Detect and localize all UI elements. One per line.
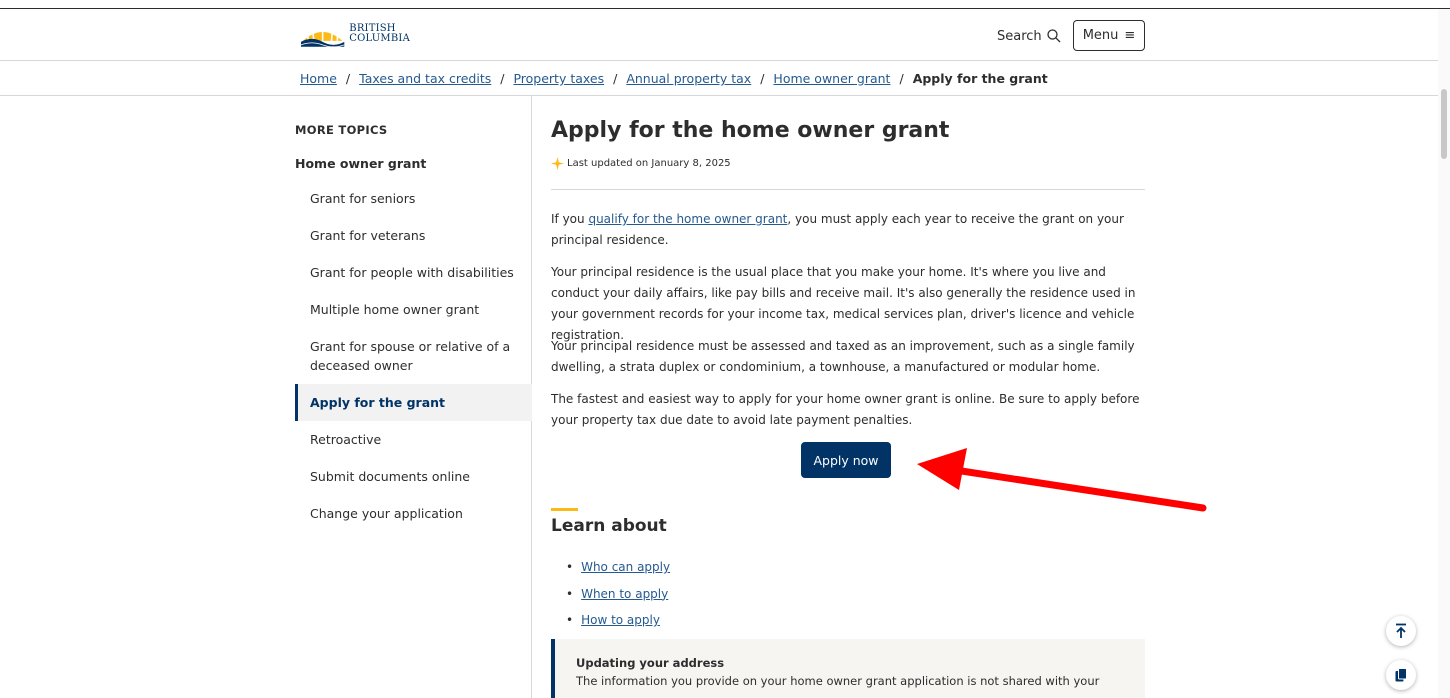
breadcrumb-separator: / — [500, 71, 505, 86]
bc-logo[interactable]: BRITISH COLUMBIA — [300, 20, 410, 48]
search-button[interactable]: Search — [997, 24, 1061, 48]
sidebar-item-multiple-home-owner-grant[interactable]: Multiple home owner grant — [295, 291, 532, 328]
paragraph-apply-online: The fastest and easiest way to apply for… — [551, 392, 1140, 427]
copy-button[interactable] — [1386, 660, 1416, 690]
sidebar-list: Grant for seniors Grant for veterans Gra… — [295, 180, 532, 532]
paragraph-qualify: If you qualify for the home owner grant,… — [551, 209, 1145, 251]
page-scrollbar[interactable] — [1438, 9, 1450, 698]
divider — [551, 189, 1145, 190]
callout-text: The information you provide on your home… — [576, 674, 1100, 688]
last-updated: Last updated on January 8, 2025 — [551, 157, 731, 170]
paragraph-principal-residence: Your principal residence is the usual pl… — [551, 265, 1136, 342]
sparkle-icon — [551, 157, 564, 170]
paragraph-assessed: Your principal residence must be assesse… — [551, 339, 1135, 374]
list-item: Who can apply — [566, 554, 670, 581]
breadcrumb-annual-property-tax[interactable]: Annual property tax — [626, 71, 751, 86]
site-header: BRITISH COLUMBIA Search Menu ≡ — [0, 9, 1450, 61]
sidebar-item-change-your-application[interactable]: Change your application — [295, 495, 532, 532]
sidebar-item-grant-for-veterans[interactable]: Grant for veterans — [295, 217, 532, 254]
top-border — [0, 0, 1450, 9]
sidebar-item-grant-for-spouse[interactable]: Grant for spouse or relative of a deceas… — [295, 328, 525, 384]
breadcrumb-current: Apply for the grant — [912, 71, 1048, 86]
menu-label: Menu — [1082, 28, 1119, 43]
learn-about-list: Who can apply When to apply How to apply — [566, 554, 670, 634]
learn-about-heading: Learn about — [551, 516, 667, 536]
callout-updating-address: Updating your address The information yo… — [551, 639, 1145, 698]
search-icon — [1047, 29, 1061, 43]
qualify-link[interactable]: qualify for the home owner grant — [588, 212, 787, 226]
bc-logo-text: BRITISH COLUMBIA — [349, 24, 410, 44]
when-to-apply-link[interactable]: When to apply — [581, 587, 668, 601]
sidebar-item-grant-for-seniors[interactable]: Grant for seniors — [295, 180, 532, 217]
breadcrumb-separator: / — [613, 71, 618, 86]
callout-title: Updating your address — [576, 656, 725, 670]
list-item: When to apply — [566, 581, 670, 608]
sidebar-item-grant-for-disabilities[interactable]: Grant for people with disabilities — [295, 254, 532, 291]
arrow-up-icon — [1396, 623, 1406, 638]
sidebar-nav: MORE TOPICS Home owner grant Grant for s… — [295, 96, 532, 698]
breadcrumb-separator: / — [345, 71, 351, 86]
apply-now-button[interactable]: Apply now — [801, 442, 891, 478]
sidebar-item-retroactive[interactable]: Retroactive — [295, 421, 532, 458]
page-title: Apply for the home owner grant — [551, 118, 950, 143]
last-updated-text: Last updated on January 8, 2025 — [567, 158, 731, 169]
search-label: Search — [997, 28, 1042, 44]
breadcrumb: Home / Taxes and tax credits / Property taxe… — [0, 61, 1450, 96]
hamburger-icon: ≡ — [1124, 28, 1136, 43]
section-accent-bar — [551, 508, 578, 511]
sidebar-parent-home-owner-grant[interactable]: Home owner grant — [295, 156, 426, 171]
breadcrumb-taxes[interactable]: Taxes and tax credits — [359, 71, 491, 86]
sidebar-heading: MORE TOPICS — [295, 123, 388, 137]
logo-line-2: COLUMBIA — [349, 33, 410, 44]
who-can-apply-link[interactable]: Who can apply — [581, 560, 670, 574]
breadcrumb-property-taxes[interactable]: Property taxes — [513, 71, 604, 86]
breadcrumb-home[interactable]: Home — [300, 71, 337, 86]
bc-logo-icon — [300, 27, 345, 47]
scrollbar-thumb[interactable] — [1441, 89, 1447, 159]
how-to-apply-link[interactable]: How to apply — [581, 613, 660, 627]
paragraph-prefix: If you — [551, 212, 589, 226]
copy-icon — [1395, 668, 1407, 682]
sidebar-item-apply-for-the-grant[interactable]: Apply for the grant — [295, 384, 532, 421]
breadcrumb-trail: Home / Taxes and tax credits / Property taxe… — [300, 71, 1048, 86]
breadcrumb-home-owner-grant[interactable]: Home owner grant — [773, 71, 890, 86]
sidebar-item-submit-documents-online[interactable]: Submit documents online — [295, 458, 532, 495]
menu-button[interactable]: Menu ≡ — [1073, 20, 1145, 51]
annotation-arrow — [917, 448, 1207, 512]
back-to-top-button[interactable] — [1386, 616, 1416, 646]
list-item: How to apply — [566, 607, 670, 634]
breadcrumb-separator: / — [899, 71, 904, 86]
breadcrumb-separator: / — [760, 71, 765, 86]
